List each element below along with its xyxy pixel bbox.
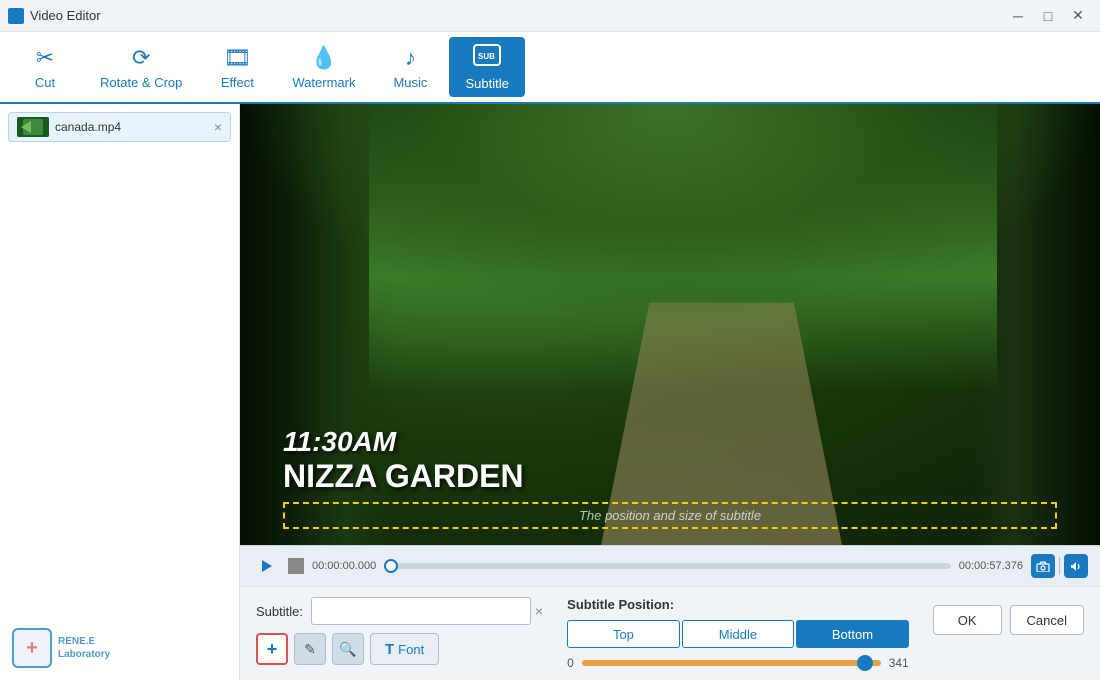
toolbar-item-rotate-crop[interactable]: ⟳ Rotate & Crop: [84, 37, 198, 97]
watermark-icon: 💧: [310, 45, 337, 71]
add-icon: +: [267, 639, 278, 660]
title-bar-controls: ─ □ ✕: [1004, 5, 1092, 27]
minimize-button[interactable]: ─: [1004, 5, 1032, 27]
add-subtitle-button[interactable]: +: [256, 633, 288, 665]
toolbar-watermark-label: Watermark: [292, 75, 355, 90]
stop-button[interactable]: [288, 558, 304, 574]
edit-subtitle-button[interactable]: ✎: [294, 633, 326, 665]
position-bottom-button[interactable]: Bottom: [796, 620, 909, 648]
svg-text:SUB: SUB: [478, 52, 495, 61]
dialog-buttons: OK Cancel: [933, 597, 1084, 635]
position-top-button[interactable]: Top: [567, 620, 680, 648]
position-buttons: Top Middle Bottom: [567, 620, 909, 648]
logo-line2: Laboratory: [58, 648, 110, 661]
slider-track[interactable]: [582, 660, 881, 666]
video-background: 11:30AM NIZZA GARDEN The position and si…: [240, 104, 1100, 545]
left-panel: canada.mp4 ×: [0, 104, 240, 680]
logo-text: RENE.E Laboratory: [58, 635, 110, 661]
position-panel: Subtitle Position: Top Middle Bottom 0: [567, 597, 909, 670]
subtitle-hint-text: The position and size of subtitle: [579, 508, 761, 523]
font-label: Font: [398, 642, 424, 657]
foliage-top: [240, 104, 1100, 325]
volume-icon[interactable]: [1064, 554, 1088, 578]
subtitle-text-input[interactable]: [311, 597, 531, 625]
logo-icon: +: [12, 628, 52, 668]
bottom-panel: Subtitle: × + ✎ 🔍 T Fon: [240, 586, 1100, 680]
search-subtitle-button[interactable]: 🔍: [332, 633, 364, 665]
timeline-thumb[interactable]: [384, 559, 398, 573]
video-panel: 11:30AM NIZZA GARDEN The position and si…: [240, 104, 1100, 680]
time-start: 00:00:00.000: [312, 560, 376, 572]
control-icons: [1031, 554, 1088, 578]
title-bar: Video Editor ─ □ ✕: [0, 0, 1100, 32]
app-icon: [8, 8, 24, 24]
search-icon: 🔍: [339, 641, 356, 658]
video-controls: 00:00:00.000 00:00:57.376: [240, 545, 1100, 586]
subtitle-actions: + ✎ 🔍 T Font: [256, 633, 543, 665]
main-layout: canada.mp4 × 11:30AM: [0, 104, 1100, 680]
subtitle-position-indicator: The position and size of subtitle: [283, 502, 1057, 529]
toolbar-item-effect[interactable]: 🎞 Effect: [202, 37, 272, 97]
toolbar-item-subtitle[interactable]: SUB Subtitle: [449, 37, 524, 97]
font-T-icon: T: [385, 641, 394, 658]
video-preview: 11:30AM NIZZA GARDEN The position and si…: [240, 104, 1100, 545]
slider-max-value: 341: [889, 656, 909, 670]
play-button[interactable]: [252, 552, 280, 580]
logo-area: + RENE.E Laboratory: [12, 628, 110, 668]
logo-line1: RENE.E: [58, 635, 110, 648]
cut-icon: ✂: [36, 45, 54, 71]
maximize-button[interactable]: □: [1034, 5, 1062, 27]
subtitle-input-area: Subtitle: × + ✎ 🔍 T Fon: [256, 597, 543, 665]
toolbar-subtitle-label: Subtitle: [465, 76, 508, 91]
file-tab: canada.mp4 ×: [8, 112, 231, 142]
music-icon: ♪: [405, 45, 416, 71]
toolbar-item-cut[interactable]: ✂ Cut: [10, 37, 80, 97]
top-label: Top: [613, 627, 634, 642]
file-thumbnail: [17, 117, 49, 137]
rotate-icon: ⟳: [132, 45, 150, 71]
position-middle-button[interactable]: Middle: [682, 620, 795, 648]
subtitle-input-row: Subtitle: ×: [256, 597, 543, 625]
middle-label: Middle: [719, 627, 757, 642]
logo-plus-icon: +: [26, 637, 38, 660]
bottom-label: Bottom: [832, 627, 873, 642]
toolbar-cut-label: Cut: [35, 75, 55, 90]
effect-icon: 🎞: [223, 45, 251, 71]
subtitle-label: Subtitle:: [256, 604, 303, 619]
ok-button[interactable]: OK: [933, 605, 1002, 635]
window-title: Video Editor: [30, 8, 101, 23]
slider-row: 0 341: [567, 656, 909, 670]
slider-thumb[interactable]: [857, 655, 873, 671]
subtitle-overlay: 11:30AM NIZZA GARDEN: [283, 426, 524, 495]
file-name: canada.mp4: [55, 120, 121, 134]
cancel-button[interactable]: Cancel: [1010, 605, 1084, 635]
subtitle-time: 11:30AM: [283, 426, 524, 458]
time-end: 00:00:57.376: [959, 560, 1023, 572]
subtitle-icon: SUB: [473, 44, 501, 72]
title-bar-left: Video Editor: [8, 8, 101, 24]
toolbar-effect-label: Effect: [221, 75, 254, 90]
toolbar-rotate-label: Rotate & Crop: [100, 75, 182, 90]
subtitle-name: NIZZA GARDEN: [283, 458, 524, 495]
edit-icon: ✎: [304, 641, 316, 658]
font-button[interactable]: T Font: [370, 633, 439, 665]
divider: [1059, 557, 1060, 575]
camera-icon[interactable]: [1031, 554, 1055, 578]
toolbar-item-music[interactable]: ♪ Music: [375, 37, 445, 97]
input-clear-icon[interactable]: ×: [535, 603, 543, 619]
file-tab-close[interactable]: ×: [214, 119, 222, 135]
toolbar: ✂ Cut ⟳ Rotate & Crop 🎞 Effect 💧 Waterma…: [0, 32, 1100, 104]
toolbar-item-watermark[interactable]: 💧 Watermark: [276, 37, 371, 97]
close-button[interactable]: ✕: [1064, 5, 1092, 27]
timeline-track[interactable]: [384, 563, 951, 569]
position-title: Subtitle Position:: [567, 597, 909, 612]
toolbar-music-label: Music: [393, 75, 427, 90]
slider-min-value: 0: [567, 656, 574, 670]
